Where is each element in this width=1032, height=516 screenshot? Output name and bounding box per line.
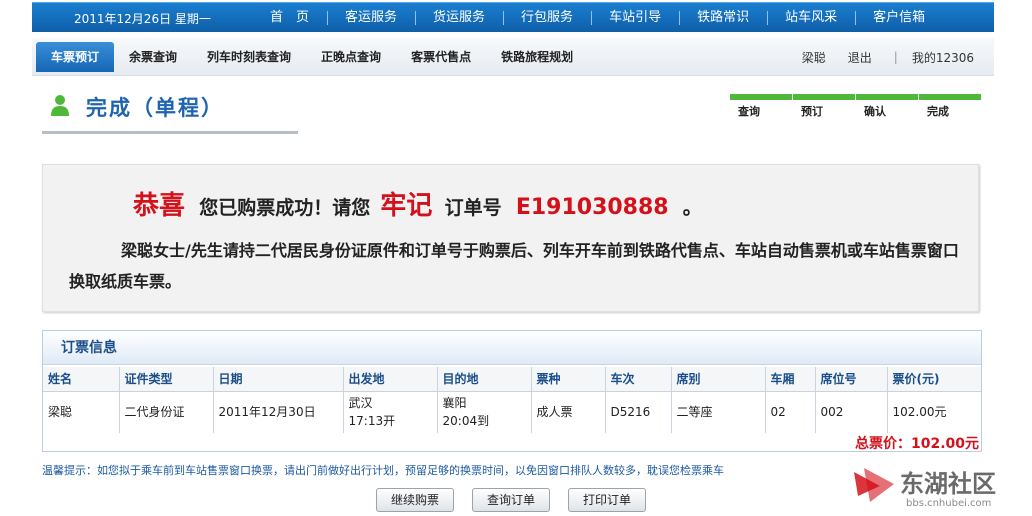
- cell-name: 梁聪: [43, 391, 120, 433]
- cell-train: D5216: [605, 391, 672, 433]
- query-order-button[interactable]: 查询订单: [472, 488, 551, 512]
- tab-timetable[interactable]: 列车时刻表查询: [192, 42, 306, 72]
- logout-link[interactable]: 退出: [848, 49, 872, 66]
- top-nav-passenger[interactable]: 客运服务: [327, 3, 415, 33]
- cell-to: 襄阳 20:04到: [437, 391, 532, 433]
- top-nav: 首 页 客运服务 货运服务 行包服务 车站引导 铁路常识 站车风采 客户信箱: [252, 3, 943, 33]
- top-nav-mailbox[interactable]: 客户信箱: [855, 3, 943, 33]
- ticket-table: 姓名 证件类型 日期 出发地 目的地 票种 车次 席别 车厢 席位号 票价(元)…: [43, 367, 981, 433]
- cell-seat-class: 二等座: [671, 391, 766, 433]
- to-time: 20:04到: [442, 414, 490, 429]
- username: 梁聪: [801, 50, 826, 65]
- tab-ticket-booking[interactable]: 车票预订: [36, 42, 115, 72]
- cell-date: 2011年12月30日: [213, 391, 344, 433]
- progress-steps: 查询 预订 确认 完成: [730, 94, 982, 119]
- print-order-button[interactable]: 打印订单: [568, 488, 647, 512]
- action-buttons: 继续购票 查询订单 打印订单: [376, 488, 664, 512]
- tab-trip-planner[interactable]: 铁路旅程规划: [486, 42, 588, 72]
- cell-seat-no: 002: [815, 391, 888, 433]
- current-date: 2011年12月26日 星期一: [74, 12, 211, 26]
- step-complete: 完成: [919, 94, 981, 119]
- order-label: 订单号: [444, 197, 502, 219]
- col-id-type: 证件类型: [119, 367, 214, 392]
- to-station: 襄阳: [442, 396, 467, 411]
- cell-ticket-type: 成人票: [531, 391, 606, 433]
- cell-price: 102.00元: [892, 405, 947, 420]
- user-area: 梁聪 退出 | 我的12306: [780, 42, 974, 72]
- watermark-text: 东湖社区: [900, 470, 996, 498]
- user-icon: [51, 95, 69, 116]
- step-label: 确认: [864, 105, 886, 118]
- cell-from: 武汉 17:13开: [343, 391, 438, 433]
- top-nav-gallery[interactable]: 站车风采: [767, 3, 855, 33]
- col-price: 票价(元): [887, 367, 981, 392]
- step-query: 查询: [730, 94, 792, 119]
- top-header: 2011年12月26日 星期一 首 页 客运服务 货运服务 行包服务 车站引导 …: [32, 2, 994, 32]
- page-title: 完成（单程）: [86, 96, 224, 120]
- cell-id-type: 二代身份证: [119, 391, 214, 433]
- step-label: 预订: [801, 105, 823, 118]
- col-train: 车次: [605, 367, 672, 392]
- tab-agency[interactable]: 客票代售点: [396, 42, 486, 72]
- sub-nav-bar: 车票预订 余票查询 列车时刻表查询 正晚点查询 客票代售点 铁路旅程规划 梁聪 …: [32, 38, 994, 76]
- col-seat-class: 席别: [671, 367, 766, 392]
- tab-delay-query[interactable]: 正晚点查询: [306, 42, 396, 72]
- col-car: 车厢: [765, 367, 816, 392]
- success-text: 您已购票成功！请您: [199, 197, 371, 219]
- col-from: 出发地: [343, 367, 438, 392]
- top-nav-luggage[interactable]: 行包服务: [503, 3, 591, 33]
- period: 。: [682, 197, 702, 219]
- total-price: 总票价：102.00元: [854, 436, 979, 452]
- step-book: 预订: [793, 94, 855, 119]
- remember-text: 牢记: [380, 191, 433, 221]
- watermark-logo-icon: [854, 468, 894, 502]
- table-header-row: 姓名 证件类型 日期 出发地 目的地 票种 车次 席别 车厢 席位号 票价(元): [43, 367, 981, 392]
- from-station: 武汉: [348, 396, 373, 411]
- page-heading: 完成（单程）: [42, 88, 298, 134]
- order-number: E191030888: [515, 195, 669, 220]
- booking-info-title: 订票信息: [43, 331, 981, 365]
- watermark-url: bbs.cnhubei.com: [906, 498, 992, 509]
- booking-info-panel: 订票信息 姓名 证件类型 日期 出发地 目的地 票种 车次 席别 车厢 席位号 …: [42, 330, 982, 452]
- from-time: 17:13开: [348, 414, 396, 429]
- col-seat-no: 席位号: [815, 367, 888, 392]
- step-label: 查询: [738, 105, 760, 118]
- top-nav-freight[interactable]: 货运服务: [415, 3, 503, 33]
- watermark: 东湖社区 bbs.cnhubei.com: [850, 458, 1032, 516]
- left-gutter: [0, 0, 32, 516]
- col-name: 姓名: [43, 367, 120, 392]
- pickup-instructions: 梁聪女士/先生请持二代居民身份证原件和订单号于购票后、列车开车前到铁路代售点、车…: [69, 241, 959, 291]
- tab-remaining-tickets[interactable]: 余票查询: [114, 42, 192, 72]
- top-nav-station-guide[interactable]: 车站引导: [591, 3, 679, 33]
- sub-nav: 车票预订 余票查询 列车时刻表查询 正晚点查询 客票代售点 铁路旅程规划: [36, 42, 588, 72]
- step-label: 完成: [927, 105, 949, 118]
- col-to: 目的地: [437, 367, 532, 392]
- step-confirm: 确认: [856, 94, 918, 119]
- col-date: 日期: [213, 367, 344, 392]
- success-line: 恭喜 您已购票成功！请您 牢记 订单号 E191030888 。: [133, 185, 702, 222]
- warm-tip: 温馨提示：如您拟于乘车前到车站售票窗口换票，请出门前做好出行计划，预留足够的换票…: [42, 464, 724, 477]
- right-gutter: [994, 0, 1032, 516]
- cell-car: 02: [765, 391, 816, 433]
- top-nav-home[interactable]: 首 页: [252, 3, 327, 33]
- table-row: 梁聪 二代身份证 2011年12月30日 武汉 17:13开 襄阳 20:04到 成…: [43, 391, 981, 433]
- col-ticket-type: 票种: [531, 367, 606, 392]
- my-12306-link[interactable]: 我的12306: [912, 49, 974, 66]
- congrats-text: 恭喜: [133, 191, 186, 221]
- separator: |: [893, 50, 898, 64]
- success-message-box: 恭喜 您已购票成功！请您 牢记 订单号 E191030888 。 梁聪女士/先生…: [42, 164, 979, 312]
- continue-booking-button[interactable]: 继续购票: [376, 488, 455, 512]
- top-nav-railway-knowledge[interactable]: 铁路常识: [679, 3, 767, 33]
